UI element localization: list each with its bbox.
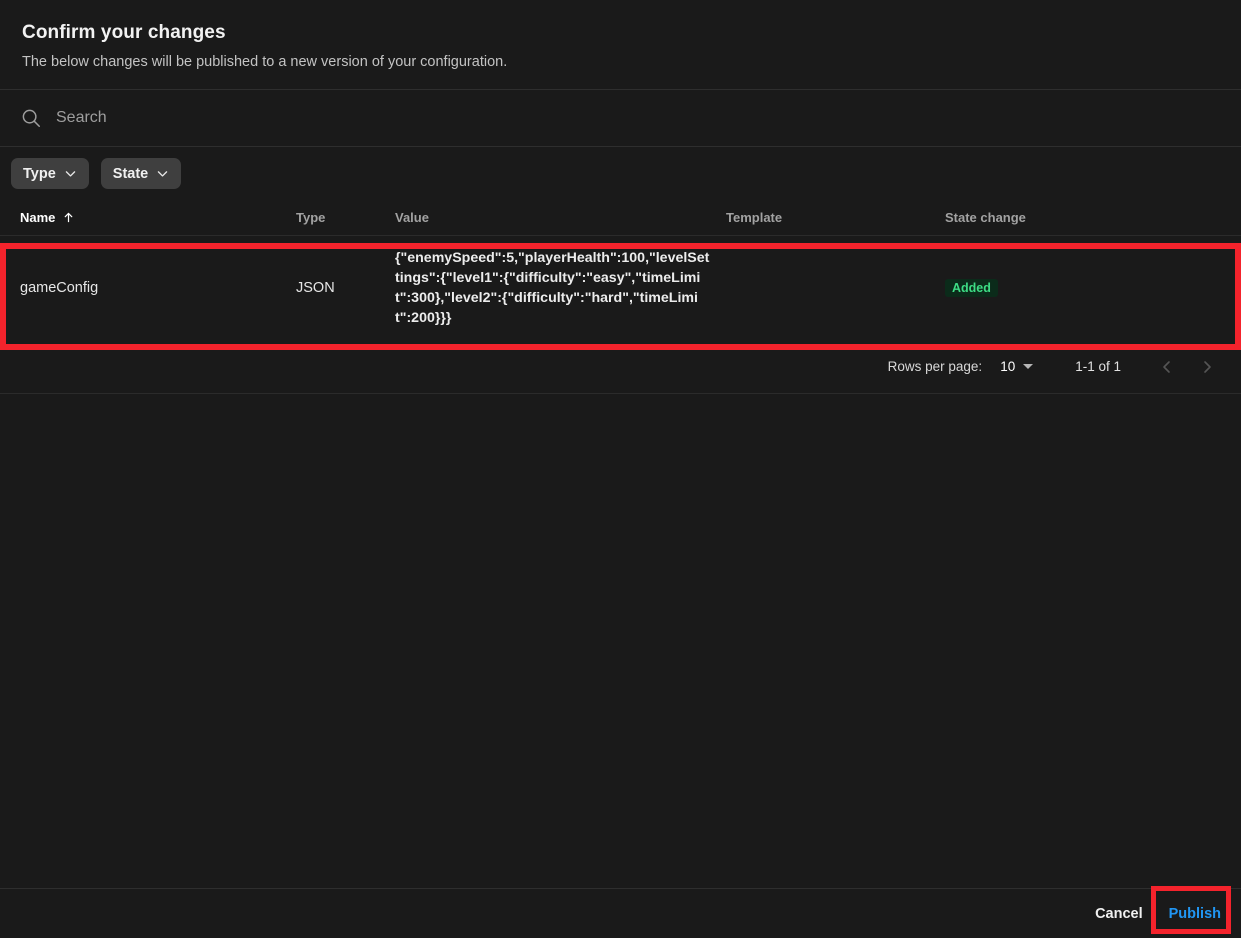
pagination-prev-button[interactable] (1147, 347, 1187, 387)
chevron-left-icon (1159, 359, 1175, 375)
column-header-state-change[interactable]: State change (945, 210, 1241, 225)
column-header-value[interactable]: Value (395, 210, 726, 225)
rows-per-page-value: 10 (1000, 359, 1016, 374)
pagination-range: 1-1 of 1 (1075, 359, 1121, 374)
table-row[interactable]: gameConfig JSON {"enemySpeed":5,"playerH… (0, 236, 1241, 340)
column-header-template-label: Template (726, 210, 783, 225)
column-header-state-change-label: State change (945, 210, 1026, 225)
cell-type: JSON (296, 280, 335, 296)
chevron-right-icon (1199, 359, 1215, 375)
column-header-template[interactable]: Template (726, 210, 945, 225)
filter-chip-type[interactable]: Type (11, 158, 89, 189)
filter-row: Type State (0, 147, 1241, 200)
filter-chip-state[interactable]: State (100, 158, 182, 189)
search-input[interactable] (56, 105, 1221, 131)
page-subtitle: The below changes will be published to a… (22, 54, 508, 70)
caret-down-icon (1023, 364, 1034, 369)
cell-state-change: Added (945, 279, 1241, 297)
dialog-footer: Cancel Publish (0, 885, 1241, 938)
table-header-row: Name Type Value Template State change (0, 200, 1241, 236)
pagination-bar: Rows per page: 10 1-1 of 1 (0, 340, 1241, 394)
confirm-changes-dialog: Confirm your changes The below changes w… (0, 0, 1241, 938)
chevron-down-icon (156, 167, 169, 180)
changes-table: Name Type Value Template State change ga… (0, 200, 1241, 394)
page-title: Confirm your changes (22, 22, 226, 43)
column-header-type[interactable]: Type (296, 210, 395, 225)
column-header-value-label: Value (395, 210, 429, 225)
filter-chip-type-label: Type (23, 165, 56, 182)
status-badge: Added (945, 279, 998, 297)
rows-per-page-label: Rows per page: (887, 359, 983, 374)
cell-value: {"enemySpeed":5,"playerHealth":100,"leve… (395, 250, 710, 326)
search-icon (20, 107, 42, 129)
column-header-name-label: Name (20, 210, 56, 225)
arrow-up-icon (62, 211, 75, 224)
publish-button[interactable]: Publish (1159, 898, 1231, 930)
cell-name: gameConfig (20, 280, 99, 296)
publish-button-wrapper: Publish (1150, 885, 1231, 934)
column-header-name[interactable]: Name (0, 210, 296, 225)
chevron-down-icon (64, 167, 77, 180)
dialog-header: Confirm your changes The below changes w… (0, 0, 1241, 90)
filter-chip-state-label: State (112, 165, 149, 182)
search-bar[interactable] (0, 90, 1241, 147)
cancel-button[interactable]: Cancel (1085, 898, 1153, 930)
column-header-type-label: Type (296, 210, 326, 225)
rows-per-page-select[interactable]: 10 (1000, 359, 1034, 374)
pagination-next-button[interactable] (1187, 347, 1227, 387)
